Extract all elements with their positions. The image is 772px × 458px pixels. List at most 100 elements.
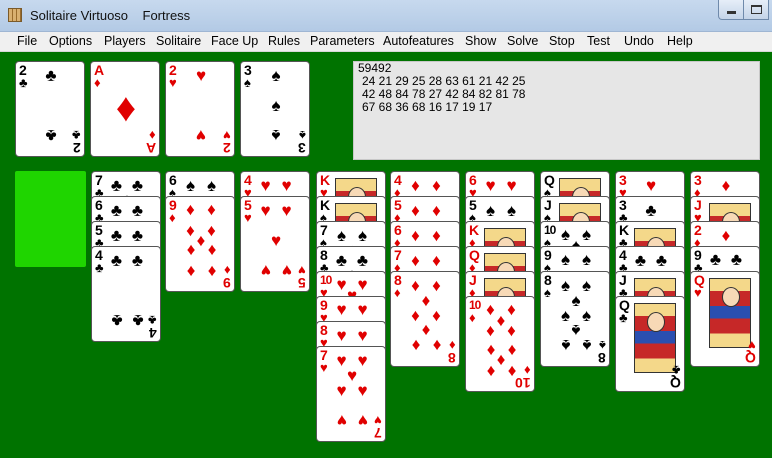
spades-icon: ♠: [599, 338, 606, 353]
tableau-card[interactable]: Q ♥ Q ♥: [690, 271, 760, 367]
tableau-card[interactable]: ♦ ♦ ♦ ♦ ♦ ♦ ♦ ♦ ♦ ♦ 10 ♦ 10 ♦: [465, 296, 535, 392]
menu-test[interactable]: Test: [587, 34, 610, 48]
foundation-card[interactable]: ♠ ♠ ♠ 3 ♠ 3 ♠: [240, 61, 310, 157]
clubs-icon: ♣: [45, 125, 57, 145]
card-rank-bottom: 9: [223, 275, 231, 291]
menu-parameters[interactable]: Parameters: [310, 34, 375, 48]
spades-icon: ♠: [244, 75, 251, 90]
menu-solitaire[interactable]: Solitaire: [156, 34, 201, 48]
card-rank-bottom: 8: [598, 350, 606, 366]
menu-options[interactable]: Options: [49, 34, 92, 48]
hearts-icon: ♥: [260, 201, 271, 221]
window-title: Solitaire Virtuoso Fortress: [30, 8, 190, 23]
solution-panel: 59492 24 21 29 25 28 63 61 21 42 25 42 4…: [353, 61, 760, 160]
spades-icon: ♠: [185, 176, 196, 196]
clubs-icon: ♣: [131, 251, 144, 271]
empty-pile-slot[interactable]: [15, 171, 86, 267]
hearts-icon: ♥: [270, 231, 282, 250]
menu-rules[interactable]: Rules: [268, 34, 300, 48]
hearts-icon: ♥: [281, 201, 292, 221]
clubs-icon: ♣: [131, 201, 144, 221]
diamonds-icon: ♦: [721, 176, 731, 196]
hearts-icon: ♥: [645, 176, 657, 196]
minimize-icon: [727, 11, 736, 14]
diamonds-icon: ♦: [411, 335, 420, 355]
card-rank-bottom: Q: [745, 350, 756, 366]
diamonds-icon: ♦: [721, 226, 731, 246]
diamonds-icon: ♦: [486, 320, 495, 340]
diamonds-icon: ♦: [507, 320, 516, 340]
tableau-card[interactable]: ♥ ♥ ♥ ♥ ♥ 5 ♥ 5 ♥: [240, 196, 310, 292]
menu-help[interactable]: Help: [667, 34, 693, 48]
tableau-card[interactable]: Q ♣ Q ♣: [615, 296, 685, 392]
diamonds-icon: ♦: [524, 363, 531, 378]
hearts-icon: ♥: [223, 128, 231, 143]
card-rank-bottom: 3: [298, 140, 306, 156]
app-title: Solitaire Virtuoso: [30, 8, 129, 23]
minimize-button[interactable]: [718, 0, 744, 20]
spades-icon: ♠: [271, 66, 281, 86]
tableau-card[interactable]: ♠ ♠ ♠ ♠ ♠ ♠ ♠ ♠ 8 ♠ 8 ♠: [540, 271, 610, 367]
diamonds-icon: ♦: [186, 241, 195, 261]
card-rank-bottom: A: [145, 140, 156, 156]
hearts-icon: ♥: [336, 410, 347, 430]
clubs-icon: ♣: [655, 251, 668, 271]
clubs-icon: ♣: [110, 310, 123, 330]
foundation-card[interactable]: ♥ ♥ 2 ♥ 2 ♥: [165, 61, 235, 157]
menu-undo[interactable]: Undo: [624, 34, 654, 48]
foundation-card[interactable]: ♣ ♣ 2 ♣ 2 ♣: [15, 61, 85, 157]
hearts-icon: ♥: [195, 66, 207, 86]
diamonds-icon: ♦: [115, 86, 137, 130]
tableau-card[interactable]: ♥ ♥ ♥ ♥ ♥ ♥ ♥ 7 ♥ 7 ♥: [316, 346, 386, 442]
spades-icon: ♠: [271, 125, 281, 145]
diamonds-icon: ♦: [224, 263, 231, 278]
spades-icon: ♠: [485, 201, 496, 221]
diamonds-icon: ♦: [432, 176, 441, 196]
spades-icon: ♠: [560, 249, 571, 269]
spades-icon: ♠: [581, 249, 592, 269]
clubs-icon: ♣: [634, 251, 647, 271]
diamonds-icon: ♦: [449, 338, 456, 353]
diamonds-icon: ♦: [394, 285, 401, 300]
diamonds-icon: ♦: [149, 128, 156, 143]
tableau-card[interactable]: ♦ ♦ ♦ ♦ ♦ ♦ ♦ ♦ ♦ 9 ♦ 9 ♦: [165, 196, 235, 292]
hearts-icon: ♥: [357, 299, 368, 319]
menu-face-up[interactable]: Face Up: [211, 34, 258, 48]
spades-icon: ♠: [581, 335, 592, 355]
diamonds-icon: ♦: [186, 262, 195, 282]
card-rank-bottom: Q: [670, 375, 681, 391]
tableau-card[interactable]: ♣♣♣♣4♣4♣: [91, 246, 161, 342]
spades-icon: ♠: [206, 176, 217, 196]
card-rank-bottom: 5: [298, 275, 306, 291]
diamonds-icon: ♦: [207, 262, 216, 282]
diamonds-icon: ♦: [411, 201, 420, 221]
diamonds-icon: ♦: [186, 199, 195, 219]
menu-autofeatures[interactable]: Autofeatures: [383, 34, 454, 48]
menu-solve[interactable]: Solve: [507, 34, 538, 48]
menu-stop[interactable]: Stop: [549, 34, 575, 48]
hearts-icon: ♥: [298, 263, 306, 278]
hearts-icon: ♥: [357, 410, 368, 430]
move-line-3: 67 68 36 68 16 17 19 17: [362, 100, 493, 114]
menu-show[interactable]: Show: [465, 34, 496, 48]
maximize-button[interactable]: [743, 0, 769, 20]
foundation-card[interactable]: ♦ A ♦ A ♦: [90, 61, 160, 157]
clubs-icon: ♣: [709, 249, 722, 269]
hearts-icon: ♥: [281, 260, 292, 280]
clubs-icon: ♣: [619, 310, 628, 325]
menu-file[interactable]: File: [17, 34, 37, 48]
tableau-card[interactable]: ♦ ♦ ♦ ♦ ♦ ♦ ♦ ♦ 8 ♦ 8 ♦: [390, 271, 460, 367]
card-rank-bottom: 8: [448, 350, 456, 366]
spades-icon: ♠: [271, 96, 281, 115]
hearts-icon: ♥: [485, 176, 496, 196]
diamonds-icon: ♦: [94, 75, 101, 90]
menu-players[interactable]: Players: [104, 34, 146, 48]
spades-icon: ♠: [560, 335, 571, 355]
hearts-icon: ♥: [281, 176, 292, 196]
diamonds-icon: ♦: [469, 310, 476, 325]
diamonds-icon: ♦: [432, 335, 441, 355]
diamonds-icon: ♦: [169, 210, 176, 225]
hearts-icon: ♥: [320, 360, 328, 375]
clubs-icon: ♣: [110, 201, 123, 221]
game-title: Fortress: [142, 8, 191, 23]
